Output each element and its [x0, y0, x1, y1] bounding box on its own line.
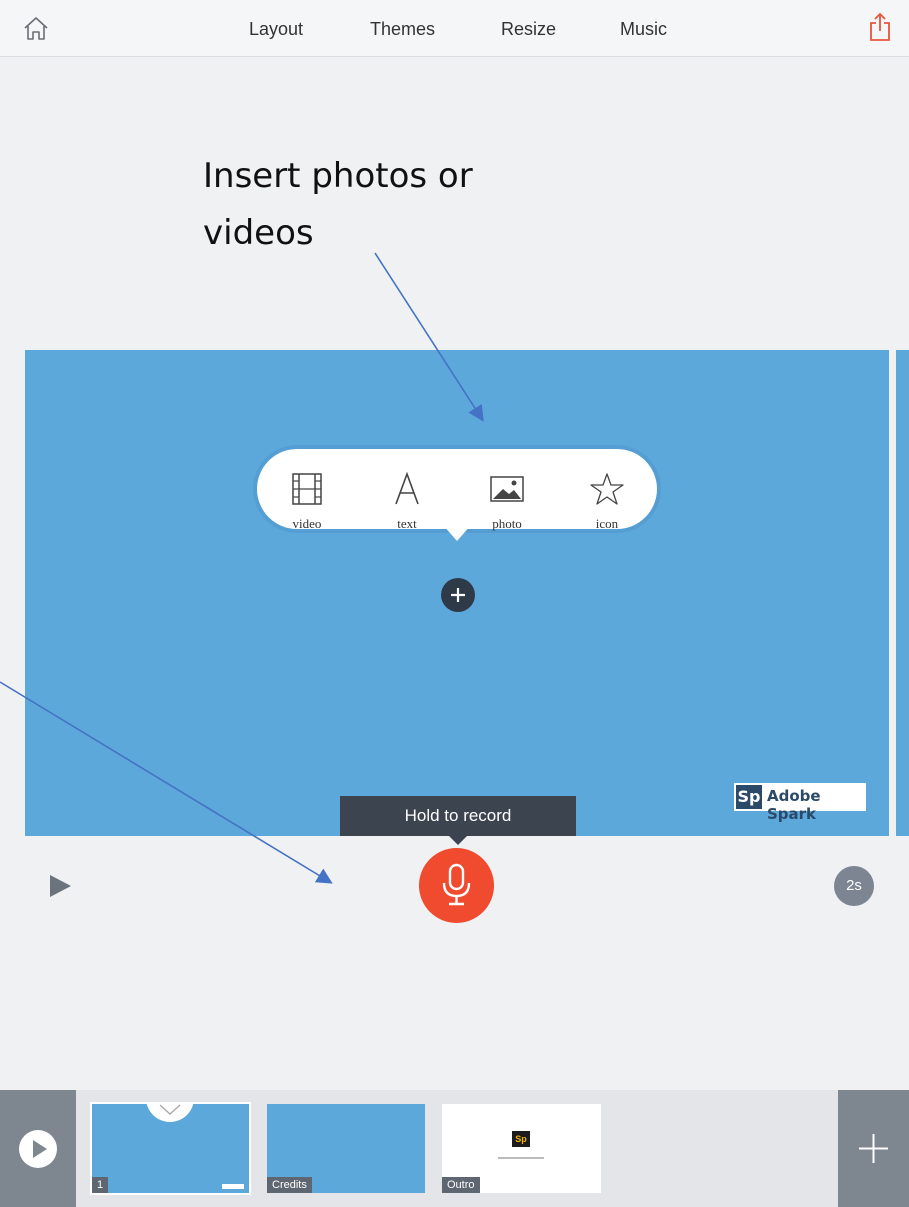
chevron-down-icon[interactable]	[146, 1104, 194, 1122]
add-content-button[interactable]	[441, 578, 475, 612]
insert-menu-pointer	[443, 525, 471, 541]
record-button[interactable]	[419, 848, 494, 923]
insert-menu: video text photo icon	[257, 449, 657, 531]
insert-photo-label: photo	[492, 516, 522, 531]
top-toolbar: Layout Themes Resize Music	[0, 0, 909, 57]
annotation-line-2: videos	[203, 213, 314, 253]
thumbnail-label: Outro	[442, 1177, 480, 1193]
nav-music[interactable]: Music	[620, 19, 667, 40]
play-circle-icon	[19, 1130, 57, 1168]
slide-thumbnail-outro[interactable]: Sp Outro	[442, 1104, 601, 1193]
record-tooltip: Hold to record	[340, 796, 576, 836]
outro-caption-line	[498, 1157, 544, 1159]
preview-play-button[interactable]	[0, 1090, 76, 1207]
share-icon[interactable]	[867, 12, 893, 42]
slide-thumbnail-1[interactable]: 1	[92, 1104, 249, 1193]
annotation-line-1: Insert photos or	[203, 156, 473, 196]
text-icon	[395, 472, 419, 505]
insert-text-label: text	[397, 516, 417, 531]
image-icon	[490, 476, 524, 502]
nav-themes[interactable]: Themes	[370, 19, 435, 40]
outro-spark-logo: Sp	[512, 1131, 530, 1147]
watermark-mini	[222, 1184, 244, 1189]
record-tooltip-pointer	[448, 835, 468, 845]
nav-resize[interactable]: Resize	[501, 19, 556, 40]
spark-logo-icon: Sp	[736, 785, 762, 809]
thumbnail-label: Credits	[267, 1177, 312, 1193]
home-icon[interactable]	[22, 14, 50, 42]
insert-video-option[interactable]: video	[257, 449, 357, 531]
next-slide-preview[interactable]	[896, 350, 909, 836]
add-slide-button[interactable]	[838, 1090, 909, 1207]
annotation-text: Insert photos or videos	[203, 148, 623, 262]
insert-icon-option[interactable]: icon	[557, 449, 657, 531]
filmstrip: 1 Credits Sp Outro	[0, 1090, 909, 1207]
watermark-text: Adobe Spark	[767, 787, 821, 823]
film-icon	[292, 473, 322, 505]
insert-icon-label: icon	[595, 516, 619, 531]
insert-photo-option[interactable]: photo	[457, 449, 557, 531]
play-slide-icon[interactable]	[47, 873, 73, 899]
slide-thumbnail-credits[interactable]: Credits	[267, 1104, 425, 1193]
insert-text-option[interactable]: text	[357, 449, 457, 531]
plus-icon	[859, 1134, 888, 1163]
adobe-spark-watermark: Sp Adobe Spark	[734, 783, 866, 823]
slide-duration-badge[interactable]: 2s	[834, 866, 874, 906]
plus-icon	[451, 588, 465, 602]
thumbnail-label: 1	[92, 1177, 109, 1193]
microphone-icon	[442, 863, 471, 906]
slide-canvas[interactable]: video text photo icon Sp Adobe Spark	[25, 350, 889, 836]
star-icon	[590, 473, 624, 505]
insert-video-label: video	[292, 516, 322, 531]
nav-layout[interactable]: Layout	[249, 19, 303, 40]
